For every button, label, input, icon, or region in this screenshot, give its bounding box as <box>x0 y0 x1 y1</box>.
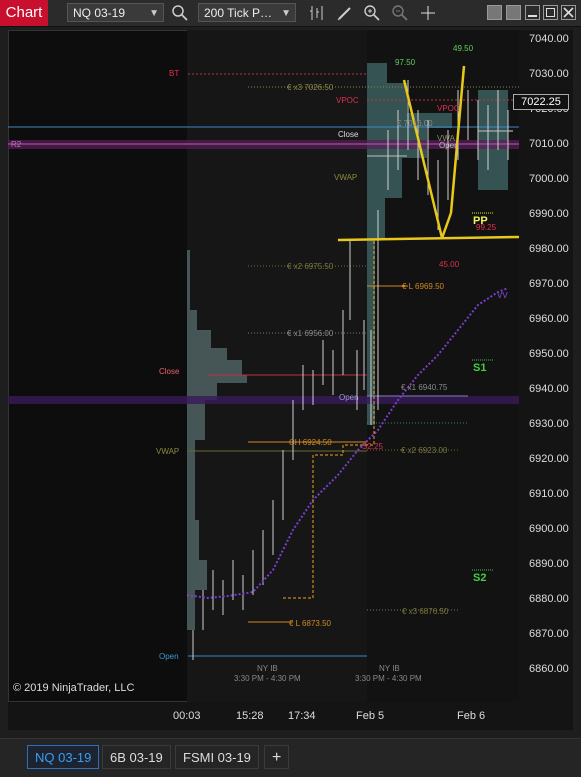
time-axis[interactable]: 00:03 15:28 17:34 Feb 5 Feb 6 <box>8 702 573 730</box>
price-tick: 6890.00 <box>529 558 569 570</box>
price-tick: 6940.00 <box>529 383 569 395</box>
swing-49-label: 49.50 <box>453 44 474 53</box>
s-label: S2.25 <box>362 442 383 451</box>
price-tick: 7040.00 <box>529 33 569 45</box>
price-tick: 6920.00 <box>529 453 569 465</box>
x3-7026-label: € x3 7026.50 <box>287 83 334 92</box>
bar-type-icon[interactable] <box>307 3 327 23</box>
zoom-in-icon[interactable] <box>362 3 382 23</box>
tile2-icon[interactable] <box>506 5 521 20</box>
ib2-label: NY IB <box>379 664 400 673</box>
swing-99-label: 99.25 <box>476 223 497 232</box>
price-tick: 6960.00 <box>529 313 569 325</box>
x1-6940-label: € x1 6940.75 <box>401 383 448 392</box>
l-6873-label: € L 6873.50 <box>289 619 331 628</box>
ib1-time: 3:30 PM - 4:30 PM <box>234 674 301 683</box>
price-tick: 7010.00 <box>529 138 569 150</box>
price-tick: 6910.00 <box>529 488 569 500</box>
price-tick: 7000.00 <box>529 173 569 185</box>
pencil-icon[interactable] <box>335 3 355 23</box>
price-axis[interactable]: 7040.007030.007020.007010.007000.006990.… <box>513 30 573 702</box>
interval-value: 200 Tick P… <box>204 6 273 20</box>
ib2-time: 3:30 PM - 4:30 PM <box>355 674 422 683</box>
instrument-value: NQ 03-19 <box>73 6 126 20</box>
search-icon[interactable] <box>170 3 190 23</box>
zoom-out-icon[interactable] <box>390 3 410 23</box>
x2-6923-label: € x2 6923.00 <box>401 446 448 455</box>
crosshair-icon[interactable] <box>418 3 438 23</box>
swing-97-label: 97.50 <box>395 58 416 67</box>
tab-nq[interactable]: NQ 03-19 <box>27 745 100 769</box>
price-tick: 7030.00 <box>529 68 569 80</box>
s2-label: S2 <box>473 572 487 584</box>
ch-6924-label: CH 6924.50 <box>289 438 332 447</box>
add-tab-button[interactable]: + <box>264 745 290 769</box>
open-label: Open <box>339 393 359 402</box>
chevron-down-icon: ▼ <box>149 8 159 19</box>
x-7016-label: € 7016.00 <box>397 119 433 128</box>
x3-6876-label: € x3 6876.50 <box>402 607 449 616</box>
price-tick: 6860.00 <box>529 663 569 675</box>
swing-45-label: 45.00 <box>439 260 460 269</box>
tab-bar: NQ 03-19 6B 03-19 FSMI 03-19 + <box>0 738 581 777</box>
price-tick: 6930.00 <box>529 418 569 430</box>
x1-6956-label: € x1 6956.00 <box>287 329 334 338</box>
price-tick: 6950.00 <box>529 348 569 360</box>
bt-label: BT <box>169 69 180 78</box>
instrument-selector[interactable]: NQ 03-19 ▼ <box>67 3 164 22</box>
close-icon[interactable] <box>561 5 576 20</box>
l-6969-label: € L 6969.50 <box>402 282 444 291</box>
time-tick: 00:03 <box>173 710 201 722</box>
close-label: Close <box>338 130 359 139</box>
annotation-layer: BT R2 € x3 7026.50 VPOC VPOC Close Close… <box>9 31 520 703</box>
price-tick: 6900.00 <box>529 523 569 535</box>
vwap-label-2: VWAP <box>156 447 180 456</box>
r2-label: R2 <box>11 140 22 149</box>
price-tick: 6880.00 <box>529 593 569 605</box>
x2-6975-label: € x2 6975.50 <box>287 262 334 271</box>
ib1-label: NY IB <box>257 664 278 673</box>
tile-icon[interactable] <box>487 5 502 20</box>
open-label-3: Open <box>159 652 179 661</box>
vwap-label: VWAP <box>334 173 358 182</box>
price-tick: 6970.00 <box>529 278 569 290</box>
time-tick: Feb 6 <box>457 710 486 722</box>
minimize-icon[interactable] <box>525 5 540 20</box>
time-tick: 15:28 <box>236 710 264 722</box>
toolbar: Chart NQ 03-19 ▼ 200 Tick P… ▼ <box>0 0 581 27</box>
chart-title[interactable]: Chart <box>0 0 48 26</box>
copyright: © 2019 NinjaTrader, LLC <box>13 682 135 694</box>
time-tick: 17:34 <box>288 710 316 722</box>
tab-6b[interactable]: 6B 03-19 <box>102 745 171 769</box>
price-tick: 6980.00 <box>529 243 569 255</box>
interval-selector[interactable]: 200 Tick P… ▼ <box>198 3 296 22</box>
current-price-marker: 7022.25 <box>513 94 569 110</box>
tab-fsmi[interactable]: FSMI 03-19 <box>175 745 259 769</box>
vv-label: VV <box>497 291 508 300</box>
price-tick: 6990.00 <box>529 208 569 220</box>
chevron-down-icon: ▼ <box>281 8 291 19</box>
vpoc-label-2: VPOC <box>437 104 460 113</box>
price-tick: 6870.00 <box>529 628 569 640</box>
s1-label: S1 <box>473 362 487 374</box>
maximize-icon[interactable] <box>543 5 558 20</box>
vpoc-label: VPOC <box>336 96 359 105</box>
time-tick: Feb 5 <box>356 710 385 722</box>
open-label-2: Open <box>439 141 459 150</box>
close-label-2: Close <box>159 367 180 376</box>
chart-panel[interactable]: BT R2 € x3 7026.50 VPOC VPOC Close Close… <box>8 30 519 702</box>
